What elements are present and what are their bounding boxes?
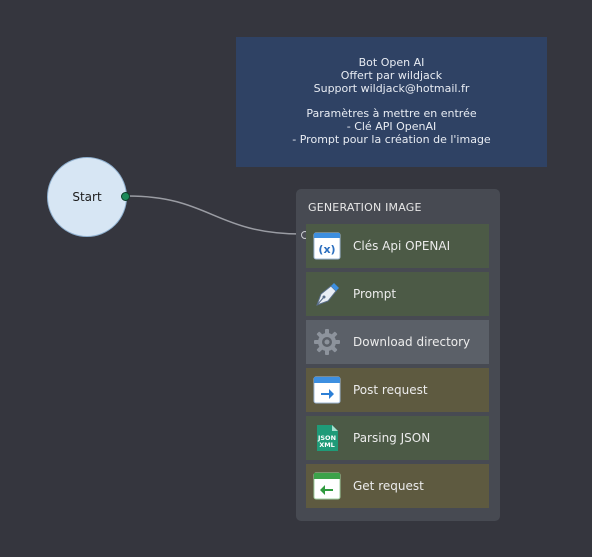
step-get-request[interactable]: Get request bbox=[306, 464, 489, 510]
svg-text:XML: XML bbox=[319, 441, 335, 449]
note-line: Support wildjack@hotmail.fr bbox=[313, 81, 470, 95]
step-download-directory[interactable]: Download directory bbox=[306, 320, 489, 366]
pen-icon bbox=[313, 280, 341, 308]
variable-icon: (x) bbox=[313, 232, 341, 260]
step-parsing-json[interactable]: JSON XML Parsing JSON bbox=[306, 416, 489, 462]
step-cles-api-openai[interactable]: (x) Clés Api OPENAI bbox=[306, 224, 489, 270]
note-line: Bot Open AI bbox=[358, 56, 425, 69]
step-post-request[interactable]: Post request bbox=[306, 368, 489, 414]
start-node-label: Start bbox=[72, 190, 102, 204]
step-label: Clés Api OPENAI bbox=[353, 239, 451, 253]
gear-icon bbox=[313, 328, 341, 356]
step-label: Get request bbox=[353, 479, 424, 493]
step-label: Parsing JSON bbox=[353, 431, 431, 445]
json-xml-icon: JSON XML bbox=[313, 424, 341, 452]
step-label: Post request bbox=[353, 383, 428, 397]
get-request-icon bbox=[313, 472, 341, 500]
note-line: Offert par wildjack bbox=[340, 68, 443, 82]
post-request-icon bbox=[313, 376, 341, 404]
start-output-port[interactable] bbox=[121, 192, 130, 201]
step-label: Download directory bbox=[353, 335, 471, 349]
step-prompt[interactable]: Prompt bbox=[306, 272, 489, 318]
comment-note[interactable]: Bot Open AI Offert par wildjack Support … bbox=[236, 37, 547, 167]
group-title: GENERATION IMAGE bbox=[308, 201, 422, 214]
svg-text:(x): (x) bbox=[318, 243, 335, 256]
flow-canvas[interactable]: Bot Open AI Offert par wildjack Support … bbox=[0, 0, 592, 557]
start-node[interactable]: Start bbox=[47, 157, 127, 237]
step-label: Prompt bbox=[353, 287, 397, 301]
note-line: - Prompt pour la création de l'image bbox=[292, 132, 491, 146]
note-line: - Clé API OpenAI bbox=[346, 119, 437, 133]
